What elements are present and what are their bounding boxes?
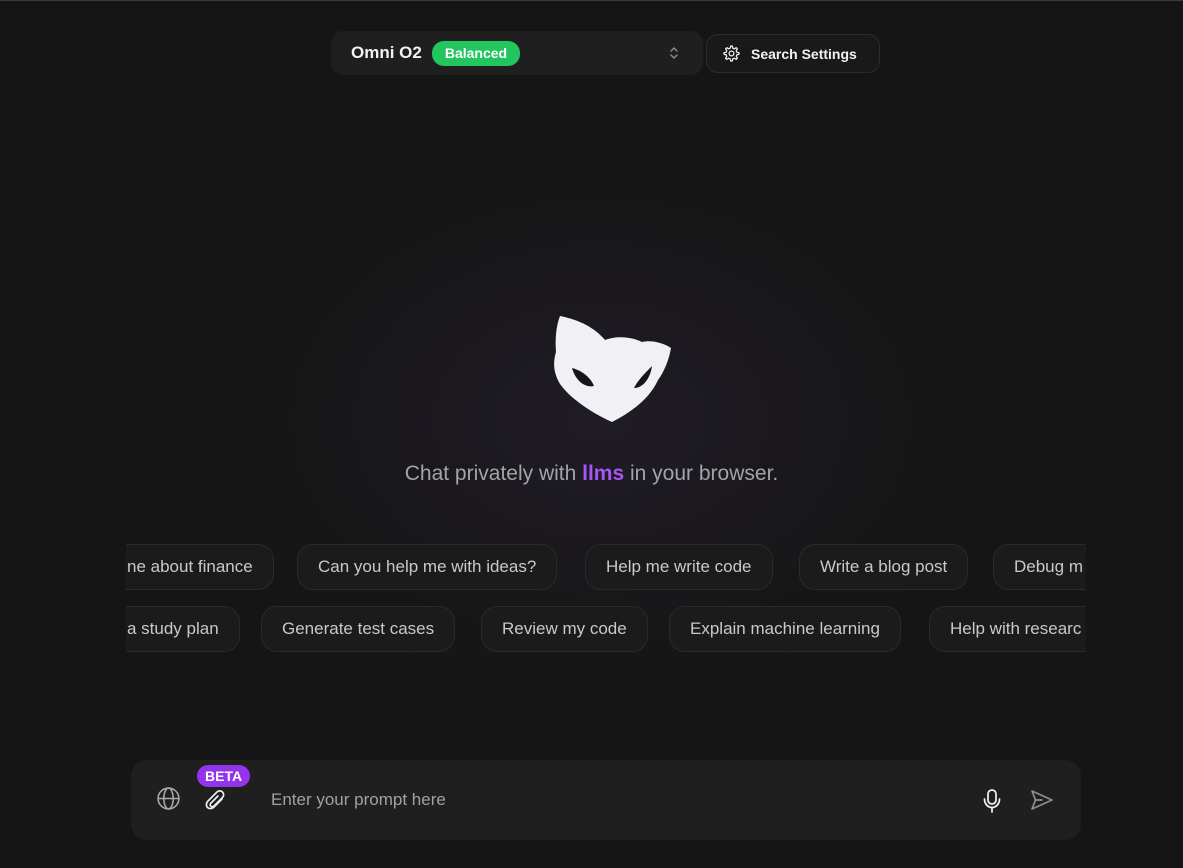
prompt-input[interactable] — [271, 785, 931, 815]
model-name: Omni O2 — [351, 43, 422, 62]
model-selector[interactable]: Omni O2 Balanced — [331, 31, 703, 75]
suggestion-chip[interactable]: Help with researc — [929, 606, 1086, 652]
search-settings-label: Search Settings — [751, 45, 857, 62]
suggestion-chip[interactable]: Can you help me with ideas? — [297, 544, 558, 590]
tagline-text-start: Chat privately with — [404, 462, 583, 485]
tagline-text-end: in your browser. — [624, 462, 779, 485]
beta-badge: BETA — [197, 765, 251, 787]
suggestion-chip[interactable]: Help me write code — [585, 544, 773, 590]
prompt-bar: BETA — [131, 760, 1081, 840]
suggestion-chip[interactable]: Generate test cases — [261, 606, 456, 652]
gear-icon — [723, 45, 740, 62]
suggestion-row-2: a study plan Generate test cases Review … — [126, 606, 1086, 654]
globe-icon[interactable] — [156, 786, 181, 811]
suggestion-row-1: ne about finance Can you help me with id… — [126, 544, 1086, 592]
chat-home-page: Omni O2 Balanced Search Settings Chat pr… — [0, 0, 1183, 868]
suggestion-chip[interactable]: Write a blog post — [799, 544, 969, 590]
tagline: Chat privately with llms in your browser… — [0, 462, 1183, 486]
suggestion-chip[interactable]: a study plan — [126, 606, 240, 652]
microphone-icon[interactable] — [981, 788, 1003, 814]
paperclip-icon[interactable] — [204, 788, 228, 814]
send-icon[interactable] — [1029, 788, 1055, 812]
suggestion-carousel: ne about finance Can you help me with id… — [126, 542, 1086, 657]
model-mode-badge: Balanced — [431, 40, 521, 66]
search-settings-button[interactable]: Search Settings — [706, 34, 880, 73]
tagline-accent: llms — [582, 462, 625, 485]
suggestion-chip[interactable]: Explain machine learning — [669, 606, 901, 652]
fox-logo — [554, 316, 671, 422]
suggestion-chip[interactable]: ne about finance — [126, 544, 274, 590]
window-top-border — [0, 0, 1183, 1]
suggestion-chip[interactable]: Debug m — [993, 544, 1086, 590]
suggestion-chip[interactable]: Review my code — [481, 606, 648, 652]
chevron-updown-icon — [670, 47, 678, 59]
